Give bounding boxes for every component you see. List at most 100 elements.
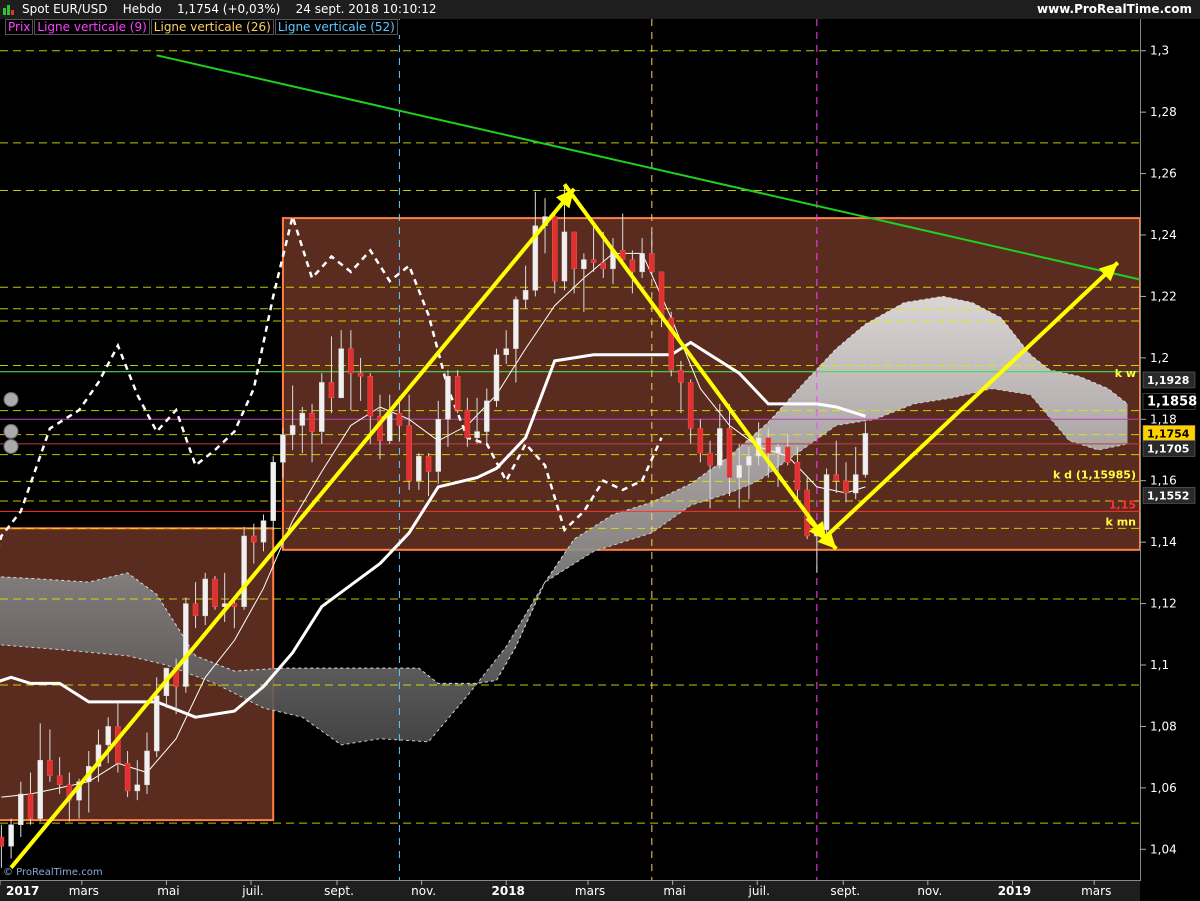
level-label-3: k mn [1106, 515, 1136, 528]
y-tick-label-10: 1,24 [1150, 228, 1177, 242]
price-tag-text-3: 1,1705 [1147, 442, 1189, 455]
candle-body-4 [37, 759, 43, 819]
x-tick-label-5: nov. [411, 884, 436, 898]
level-label-2: 1,15 [1109, 498, 1136, 511]
candle-body-66 [639, 253, 645, 273]
candle-body-13 [124, 763, 131, 792]
candle-body-65 [629, 259, 636, 273]
x-tick-label-1: mars [69, 884, 99, 898]
x-tick-label-4: sept. [324, 884, 354, 898]
x-tick-label-7: mars [575, 884, 605, 898]
candle-body-48 [464, 409, 471, 438]
y-tick-label-8: 1,2 [1150, 351, 1169, 365]
candle-body-53 [513, 299, 519, 349]
candle-body-28 [270, 462, 276, 521]
candle-body-16 [153, 695, 160, 752]
candle-body-72 [697, 428, 704, 454]
level-label-1: k d (1,15985) [1053, 468, 1136, 481]
candle-body-49 [474, 431, 480, 438]
candle-body-44 [425, 455, 432, 472]
candle-body-74 [717, 428, 723, 466]
candle-body-24 [231, 603, 238, 607]
candle-body-36 [348, 348, 354, 374]
candle-body-59 [571, 231, 577, 270]
candle-body-89 [862, 433, 869, 475]
candle-body-52 [503, 348, 509, 356]
alert-bell-icon-1 [3, 423, 19, 439]
y-tick-label-12: 1,28 [1150, 105, 1177, 119]
candle-body-11 [105, 726, 111, 746]
candle-body-62 [600, 262, 607, 270]
candle-body-31 [299, 412, 306, 426]
candle-body-22 [212, 578, 218, 607]
candle-body-37 [357, 372, 364, 377]
x-tick-label-12: 2019 [998, 884, 1031, 898]
candle-body-51 [493, 354, 500, 402]
candle-body-21 [202, 578, 209, 617]
y-tick-label-11: 1,26 [1150, 167, 1177, 181]
legend-item-vline-52[interactable]: Ligne verticale (52) [274, 19, 398, 35]
candle-body-27 [260, 520, 267, 543]
y-tick-label-9: 1,22 [1150, 289, 1177, 303]
candle-body-38 [367, 376, 374, 417]
y-tick-label-0: 1,04 [1150, 842, 1177, 856]
candle-body-82 [794, 462, 801, 491]
candle-body-79 [765, 437, 772, 454]
alert-bell-icon-2 [3, 438, 19, 454]
candle-body-81 [784, 446, 791, 463]
candle-body-76 [736, 465, 742, 478]
price-tag-text-0: 1,1928 [1147, 374, 1189, 387]
candle-body-87 [843, 480, 849, 494]
candle-body-45 [435, 419, 441, 472]
candle-body-2 [18, 793, 24, 825]
candle-body-12 [115, 726, 121, 764]
candle-body-75 [726, 428, 733, 478]
level-label-0: k w [1115, 367, 1136, 380]
candle-body-3 [27, 793, 34, 819]
price-chart[interactable]: k w k d (1,15985) 1,15 k mn 1,04 1,06 1,08 1,1… [0, 0, 1200, 900]
y-tick-label-13: 1,3 [1150, 44, 1169, 58]
candle-body-86 [833, 474, 840, 481]
candle-body-33 [319, 382, 325, 432]
x-tick-label-8: mai [663, 884, 685, 898]
y-tick-label-1: 1,06 [1150, 781, 1177, 795]
candle-body-15 [144, 750, 150, 786]
candle-body-71 [687, 382, 694, 429]
candle-body-57 [551, 216, 558, 282]
candle-body-67 [649, 253, 655, 273]
indicator-legend: Prix Ligne verticale (9) Ligne verticale (… [3, 19, 401, 35]
x-tick-label-0: 2017 [6, 884, 39, 898]
x-tick-label-13: mars [1081, 884, 1111, 898]
candle-body-50 [484, 400, 490, 432]
candle-body-6 [56, 775, 63, 786]
x-tick-label-11: nov. [917, 884, 942, 898]
y-tick-label-4: 1,12 [1150, 597, 1177, 611]
candle-body-58 [561, 231, 568, 282]
legend-item-vline-9[interactable]: Ligne verticale (9) [34, 19, 150, 35]
y-tick-label-5: 1,14 [1150, 535, 1177, 549]
x-tick-label-10: sept. [830, 884, 860, 898]
y-tick-label-7: 1,18 [1150, 412, 1177, 426]
candle-body-77 [746, 455, 752, 466]
candle-body-30 [289, 425, 296, 435]
candle-body-61 [590, 259, 597, 263]
candle-body-54 [522, 290, 529, 300]
legend-item-price[interactable]: Prix [5, 19, 34, 35]
alert-bell-icon-0 [3, 391, 19, 407]
y-tick-label-3: 1,1 [1150, 658, 1169, 672]
candle-body-80 [775, 446, 781, 454]
legend-item-vline-26[interactable]: Ligne verticale (26) [150, 19, 274, 35]
price-tag-text-4: 1,1552 [1147, 489, 1189, 502]
candle-body-5 [47, 759, 53, 776]
candle-body-26 [251, 535, 257, 543]
price-tag-text-1: 1,1858 [1147, 394, 1197, 409]
y-tick-label-6: 1,16 [1150, 474, 1177, 488]
candle-body-85 [823, 474, 830, 531]
x-tick-label-9: juil. [748, 884, 770, 898]
candle-body-34 [328, 382, 335, 399]
candle-body-0 [0, 836, 5, 847]
candle-body-46 [445, 376, 451, 420]
candle-body-70 [678, 369, 684, 383]
price-tag-text-2: 1,1754 [1147, 427, 1190, 440]
candle-body-42 [406, 425, 412, 481]
